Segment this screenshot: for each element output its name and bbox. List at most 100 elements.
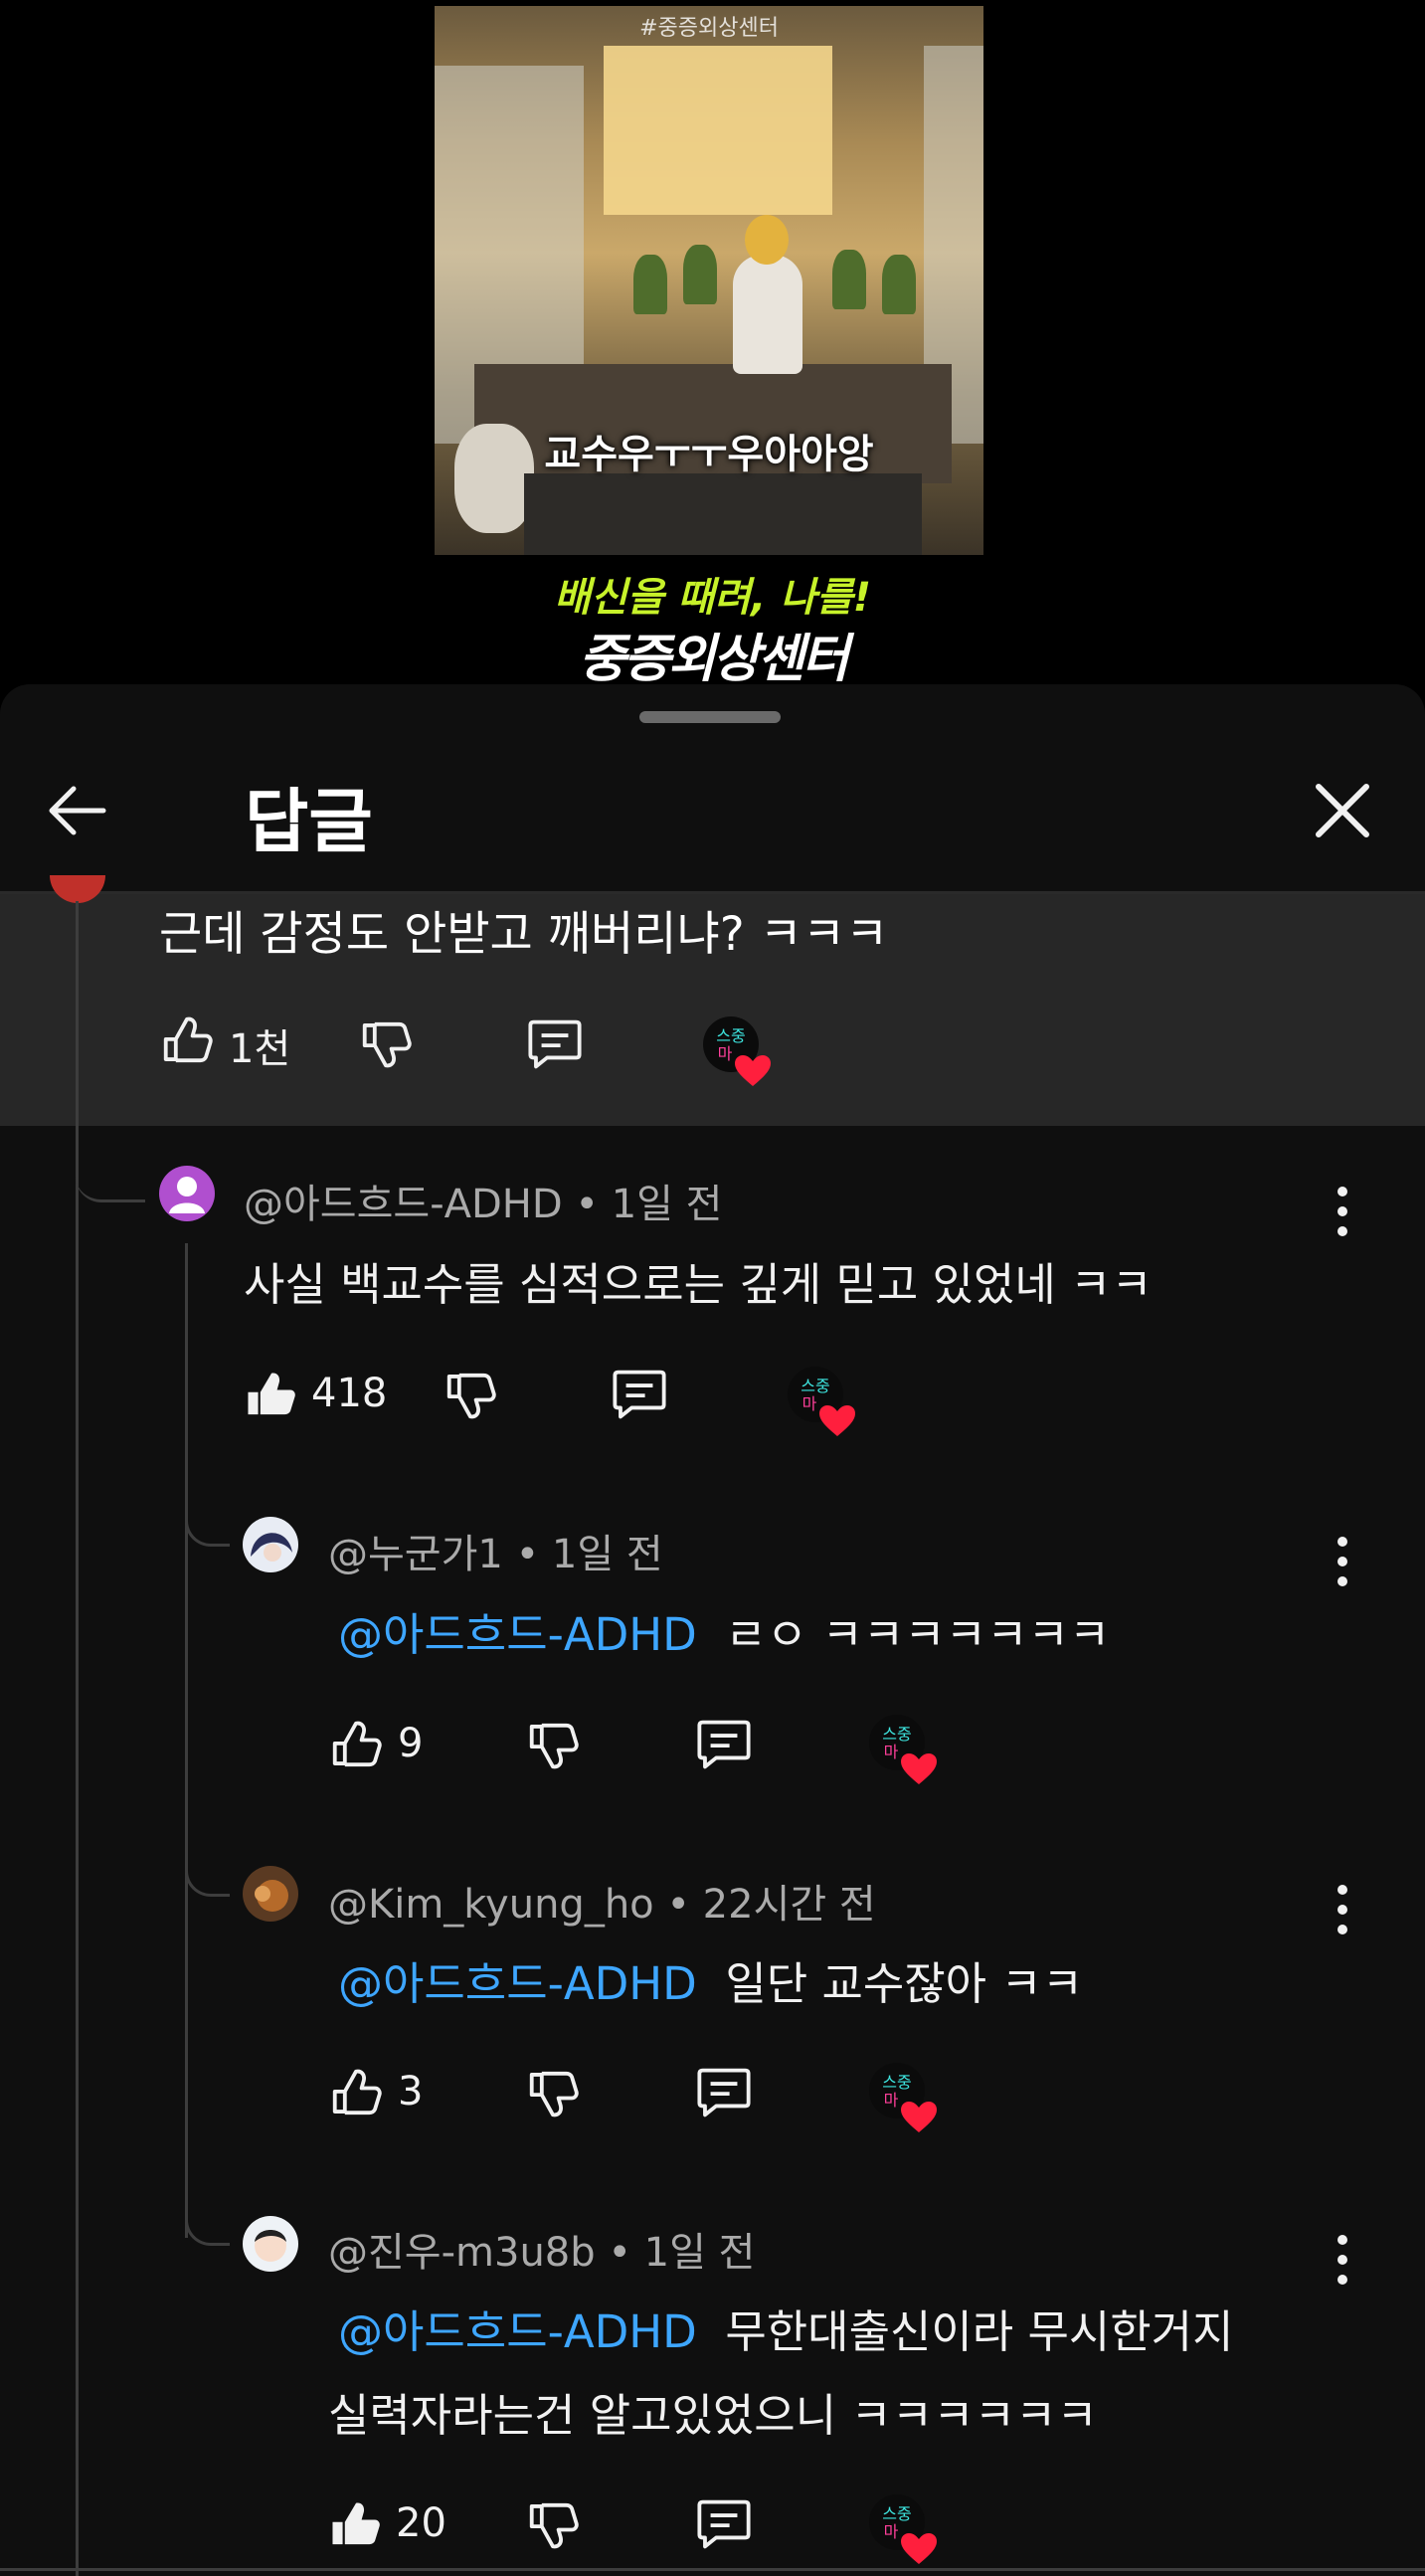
close-button[interactable]	[1303, 771, 1382, 850]
creator-heart-icon	[869, 1715, 937, 1784]
like-button[interactable]	[159, 1012, 213, 1063]
reply-button[interactable]	[696, 2496, 752, 2552]
thread-connector	[76, 1144, 145, 1202]
comment-body: ㄹㅇ ㅋㅋㅋㅋㅋㅋㅋ	[725, 1608, 1111, 1661]
comment-time: 1일 전	[611, 1182, 723, 1227]
creator-heart-icon	[869, 2494, 937, 2564]
like-button[interactable]	[328, 2065, 384, 2120]
thread-connector	[185, 2191, 230, 2246]
comment-text-line2: 실력자라는건 알고있었으니 ㅋㅋㅋㅋㅋㅋ	[328, 2389, 1098, 2442]
thread-connector	[185, 1842, 230, 1897]
thumbs-up-icon	[332, 1721, 382, 1767]
comment-time: 1일 전	[643, 2230, 756, 2276]
promo-title: 중증외상센터	[578, 630, 849, 689]
avatar[interactable]	[243, 2216, 298, 2272]
thread-line-nested	[185, 1243, 188, 2238]
parent-comment-text: 근데 감정도 안받고 깨버리냐? ㅋㅋㅋ	[159, 907, 889, 962]
thumb-plant	[683, 245, 717, 304]
like-count: 1천	[229, 1026, 291, 1072]
like-count: 3	[398, 2069, 424, 2115]
comment-body: 무한대출신이라 무시한거지	[725, 2305, 1234, 2358]
thumb-person-head	[745, 215, 789, 265]
photo-avatar-icon	[255, 1880, 288, 1912]
like-button[interactable]	[328, 2496, 384, 2552]
thumb-plant	[633, 255, 667, 314]
avatar[interactable]	[159, 1166, 215, 1221]
dislike-button[interactable]	[525, 2497, 581, 2553]
comment-time: 1일 전	[551, 1532, 663, 1577]
kebab-icon	[1337, 1885, 1347, 1934]
like-button[interactable]	[244, 1367, 299, 1422]
comment-author[interactable]: @누군가1	[328, 1532, 503, 1577]
kebab-icon	[1337, 1187, 1347, 1236]
reply-button[interactable]	[696, 1717, 752, 1772]
kebab-icon	[1337, 2235, 1347, 2285]
close-icon	[1316, 784, 1369, 837]
comment-meta: @누군가1 • 1일 전	[328, 1532, 663, 1577]
creator-heart-badge	[867, 2492, 941, 2566]
person-icon	[169, 1177, 205, 1213]
more-options-button[interactable]	[1328, 2230, 1357, 2290]
promo-tagline: 배신을 때려, 나를!	[554, 575, 871, 621]
thumb-window	[604, 46, 832, 215]
like-count: 20	[396, 2500, 446, 2546]
dislike-button[interactable]	[525, 2066, 581, 2121]
comment-text: @아드흐드-ADHD ㄹㅇ ㅋㅋㅋㅋㅋㅋㅋ	[338, 1598, 1110, 1663]
video-thumbnail[interactable]: #중증외상센터 교수우ㅜㅜ우아아앙	[435, 6, 983, 555]
back-button[interactable]	[40, 771, 119, 850]
dislike-button[interactable]	[525, 1718, 581, 1773]
thumb-sofa	[524, 473, 922, 555]
comment-author[interactable]: @진우-m3u8b	[328, 2230, 596, 2276]
avatar[interactable]	[243, 1866, 298, 1922]
thumbnail-hashtag: #중증외상센터	[639, 16, 779, 41]
kebab-icon	[1337, 1537, 1347, 1586]
creator-heart-badge	[786, 1365, 859, 1438]
thumbs-up-icon	[332, 2502, 380, 2545]
drag-handle[interactable]	[639, 711, 781, 723]
reply-icon	[697, 1720, 751, 1769]
cartoon-avatar-icon	[255, 2230, 286, 2262]
reply-icon	[697, 2499, 751, 2549]
comment-meta: @Kim_kyung_ho • 22시간 전	[328, 1882, 876, 1928]
creator-heart-icon	[703, 1016, 771, 1086]
sheet-title: 답글	[245, 781, 373, 862]
more-options-button[interactable]	[1328, 1182, 1357, 1241]
like-button[interactable]	[328, 1717, 384, 1772]
like-count: 9	[398, 1721, 424, 1766]
creator-heart-icon	[788, 1367, 855, 1436]
creator-heart-badge	[867, 2061, 941, 2134]
comment-text: 사실 백교수를 심적으로는 깊게 믿고 있었네 ㅋㅋ	[244, 1248, 1153, 1313]
reply-button[interactable]	[612, 1367, 667, 1422]
bottom-divider	[0, 2568, 1425, 2571]
more-options-button[interactable]	[1328, 1532, 1357, 1591]
thumbs-up-icon	[248, 1373, 295, 1415]
mention-link[interactable]: @아드흐드-ADHD	[338, 1957, 697, 2010]
video-subtitle: 교수우ㅜㅜ우아아앙	[544, 432, 874, 477]
avatar[interactable]	[243, 1517, 298, 1572]
mention-link[interactable]: @아드흐드-ADHD	[338, 1608, 697, 1661]
thumbs-up-icon	[163, 1016, 213, 1063]
mention-link[interactable]: @아드흐드-ADHD	[338, 2305, 697, 2358]
arrow-left-icon	[49, 786, 106, 835]
dislike-button[interactable]	[358, 1016, 414, 1072]
thumbs-down-icon	[529, 1723, 579, 1769]
comment-time: 22시간 전	[702, 1882, 876, 1928]
reply-button[interactable]	[527, 1016, 583, 1072]
comment-author[interactable]: @아드흐드-ADHD	[244, 1182, 563, 1227]
thumb-plant	[882, 255, 916, 314]
dislike-button[interactable]	[443, 1368, 498, 1423]
comment-meta: @진우-m3u8b • 1일 전	[328, 2230, 756, 2276]
comment-meta: @아드흐드-ADHD • 1일 전	[244, 1182, 723, 1227]
reply-icon	[613, 1370, 666, 1419]
reply-icon	[528, 1019, 582, 1069]
comment-author[interactable]: @Kim_kyung_ho	[328, 1882, 654, 1928]
comment-body: 사실 백교수를 심적으로는 깊게 믿고 있었네 ㅋㅋ	[244, 1258, 1153, 1311]
anime-avatar-icon	[251, 1533, 292, 1562]
thumb-person	[733, 255, 802, 374]
thumb-plant	[832, 250, 866, 309]
comment-text: @아드흐드-ADHD 무한대출신이라 무시한거지	[338, 2296, 1233, 2360]
more-options-button[interactable]	[1328, 1880, 1357, 1939]
thumbs-down-icon	[529, 2502, 579, 2549]
reply-button[interactable]	[696, 2065, 752, 2120]
reply-icon	[697, 2068, 751, 2117]
